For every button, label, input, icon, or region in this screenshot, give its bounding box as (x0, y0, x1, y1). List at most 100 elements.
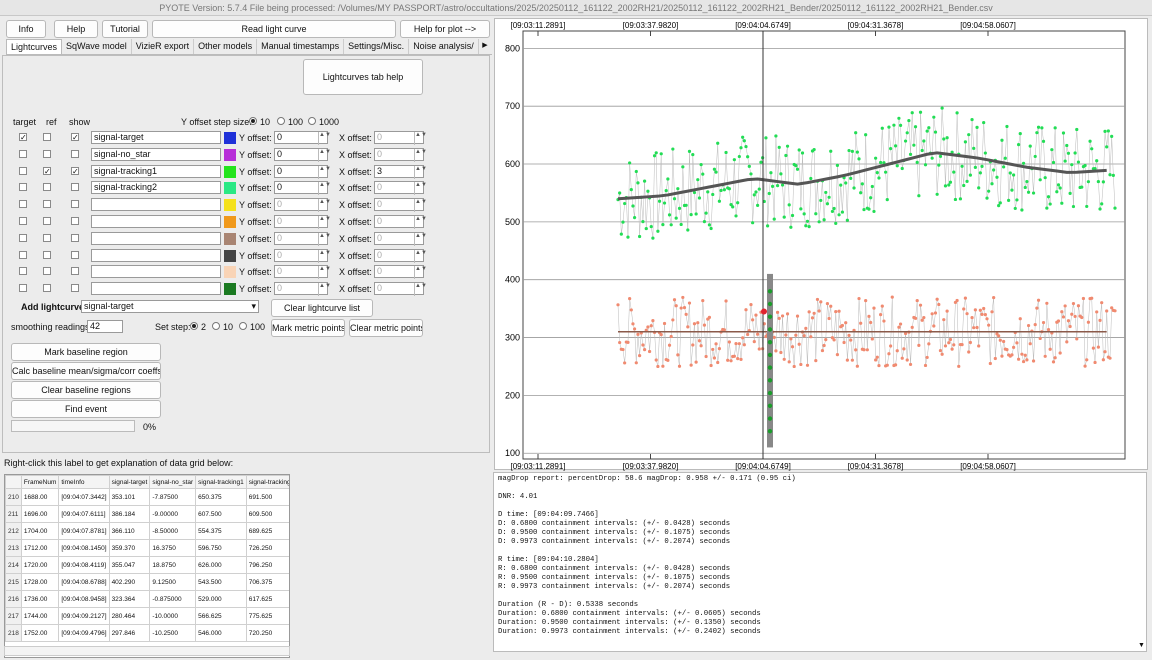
data-grid-hint[interactable]: Right-click this label to get explanatio… (4, 458, 233, 468)
grid-cell[interactable]: -0.875000 (149, 590, 197, 608)
data-grid[interactable]: FrameNum timeInfo signal-target signal-no_s… (4, 474, 290, 658)
grid-cell[interactable]: 217 (5, 607, 22, 625)
show-checkbox[interactable] (71, 149, 79, 158)
ref-checkbox[interactable] (43, 284, 51, 293)
grid-cell[interactable]: 720.250 (245, 624, 289, 642)
x-offset-stepper[interactable]: ▲▼ (414, 232, 427, 246)
tab-scroll-icon[interactable]: ▶ (480, 41, 490, 53)
grid-cell[interactable]: -9.00000 (149, 505, 197, 523)
grid-cell[interactable]: 1752.00 (20, 624, 60, 642)
grid-cell[interactable]: 691.500 (245, 488, 289, 506)
grid-cell[interactable]: 650.375 (195, 488, 247, 506)
tab-0[interactable]: Lightcurves (6, 39, 63, 54)
grid-cell[interactable]: 529.000 (195, 590, 247, 608)
show-checkbox[interactable]: ✓ (71, 166, 79, 175)
table-row[interactable]: 211 1696.00 [09:04:07.6111] 386.184 -9.00000… (5, 505, 289, 523)
grid-cell[interactable]: 566.625 (195, 607, 247, 625)
clear-lightcurve-list-button[interactable]: Clear lightcurve list (271, 299, 373, 317)
target-checkbox[interactable] (19, 166, 27, 175)
lightcurve-name-field[interactable]: signal-tracking1 (91, 164, 221, 178)
report-scroll-down-icon[interactable]: ▼ (1138, 642, 1145, 649)
info-button[interactable]: Info (6, 20, 46, 38)
y-offset-stepper[interactable]: ▲▼ (318, 165, 331, 179)
color-swatch[interactable] (224, 232, 236, 245)
tab-3[interactable]: Other models (194, 39, 258, 54)
x-offset-stepper[interactable]: ▲▼ (414, 283, 427, 297)
step-10-radio[interactable] (249, 117, 257, 125)
mark-metric-points-button[interactable]: Mark metric points (271, 319, 345, 337)
x-offset-stepper[interactable]: ▲▼ (414, 165, 427, 179)
grid-cell[interactable]: 213 (5, 539, 22, 557)
find-event-button[interactable]: Find event (11, 400, 161, 418)
set-step-100-radio[interactable] (239, 322, 247, 330)
grid-cell[interactable]: 726.250 (245, 539, 289, 557)
grid-cell[interactable]: 211 (5, 505, 22, 523)
tutorial-button[interactable]: Tutorial (102, 20, 148, 38)
y-offset-stepper[interactable]: ▲▼ (318, 216, 331, 229)
y-offset-stepper[interactable]: ▲▼ (318, 199, 331, 213)
table-row[interactable]: 214 1720.00 [09:04:08.4119] 355.047 18.8750 6… (5, 556, 289, 574)
color-swatch[interactable] (224, 132, 236, 144)
lightcurve-chart-svg[interactable]: 100 200 300 400 500 600 700 800 [09:03:11.2891] [… (495, 19, 1149, 471)
grid-hscrollbar[interactable] (4, 646, 290, 656)
help-button[interactable]: Help (54, 20, 98, 38)
ref-checkbox[interactable] (43, 133, 51, 141)
grid-cell[interactable]: 607.500 (195, 505, 247, 523)
show-checkbox[interactable] (71, 284, 79, 293)
grid-cell[interactable]: 355.047 (108, 556, 151, 574)
y-offset-stepper[interactable]: ▲▼ (318, 249, 331, 263)
grid-cell[interactable]: 626.000 (195, 556, 247, 574)
x-offset-stepper[interactable]: ▲▼ (414, 182, 427, 196)
ref-checkbox[interactable] (43, 183, 51, 192)
grid-cell[interactable]: 1704.00 (20, 522, 60, 540)
tab-4[interactable]: Manual timestamps (257, 39, 345, 54)
y-offset-stepper[interactable]: ▲▼ (318, 148, 331, 162)
x-offset-stepper[interactable]: ▲▼ (414, 266, 427, 280)
grid-cell[interactable]: 546.000 (195, 624, 247, 642)
target-checkbox[interactable] (19, 284, 27, 293)
color-swatch[interactable] (224, 283, 236, 296)
table-row[interactable]: 213 1712.00 [09:04:08.1450] 359.370 16.3750 5… (5, 539, 289, 557)
grid-cell[interactable]: -8.50000 (149, 522, 197, 540)
step-1000-radio[interactable] (308, 117, 316, 125)
ref-checkbox[interactable] (43, 149, 51, 158)
grid-cell[interactable]: 323.364 (108, 590, 151, 608)
x-offset-stepper[interactable]: ▲▼ (414, 249, 427, 263)
y-offset-stepper[interactable]: ▲▼ (318, 232, 331, 246)
ref-checkbox[interactable] (43, 267, 51, 276)
grid-cell[interactable]: [09:04:07.8781] (58, 522, 110, 540)
grid-cell[interactable]: 18.8750 (149, 556, 197, 574)
grid-cell[interactable]: 297.846 (108, 624, 151, 642)
lightcurve-name-field[interactable] (91, 231, 221, 245)
grid-cell[interactable]: [09:04:08.1450] (58, 539, 110, 557)
target-checkbox[interactable] (19, 200, 27, 209)
grid-cell[interactable]: 366.110 (108, 522, 151, 540)
table-row[interactable]: 215 1728.00 [09:04:08.6788] 402.290 9.12500 5… (5, 573, 289, 591)
tab-6[interactable]: Noise analysis/ (409, 39, 479, 54)
ref-checkbox[interactable] (43, 233, 51, 242)
show-checkbox[interactable] (71, 250, 79, 259)
show-checkbox[interactable]: ✓ (71, 133, 79, 142)
show-checkbox[interactable] (71, 183, 79, 192)
color-swatch[interactable] (224, 148, 236, 161)
target-checkbox[interactable] (19, 250, 27, 259)
grid-cell[interactable]: 1720.00 (20, 556, 60, 574)
grid-cell[interactable]: 1696.00 (20, 505, 60, 523)
grid-cell[interactable]: 796.250 (245, 556, 289, 574)
grid-cell[interactable]: 218 (5, 624, 22, 642)
color-swatch[interactable] (224, 249, 236, 262)
tab-1[interactable]: SqWave model (62, 39, 132, 54)
read-light-curve-button[interactable]: Read light curve (152, 20, 396, 38)
lightcurve-name-field[interactable] (91, 265, 221, 279)
grid-cell[interactable]: 1688.00 (20, 488, 60, 506)
grid-cell[interactable]: [09:04:08.9458] (58, 590, 110, 608)
color-swatch[interactable] (224, 182, 236, 195)
lightcurve-name-field[interactable] (91, 198, 221, 212)
grid-cell[interactable]: 280.464 (108, 607, 151, 625)
grid-cell[interactable]: -10.2500 (149, 624, 197, 642)
table-row[interactable]: 218 1752.00 [09:04:09.4796] 297.846 -10.2500… (5, 624, 289, 642)
color-swatch[interactable] (224, 165, 236, 178)
target-checkbox[interactable] (19, 183, 27, 192)
grid-cell[interactable]: [09:04:08.6788] (58, 573, 110, 591)
lightcurve-plot[interactable]: 100 200 300 400 500 600 700 800 [09:03:11.2891] [… (494, 18, 1149, 471)
